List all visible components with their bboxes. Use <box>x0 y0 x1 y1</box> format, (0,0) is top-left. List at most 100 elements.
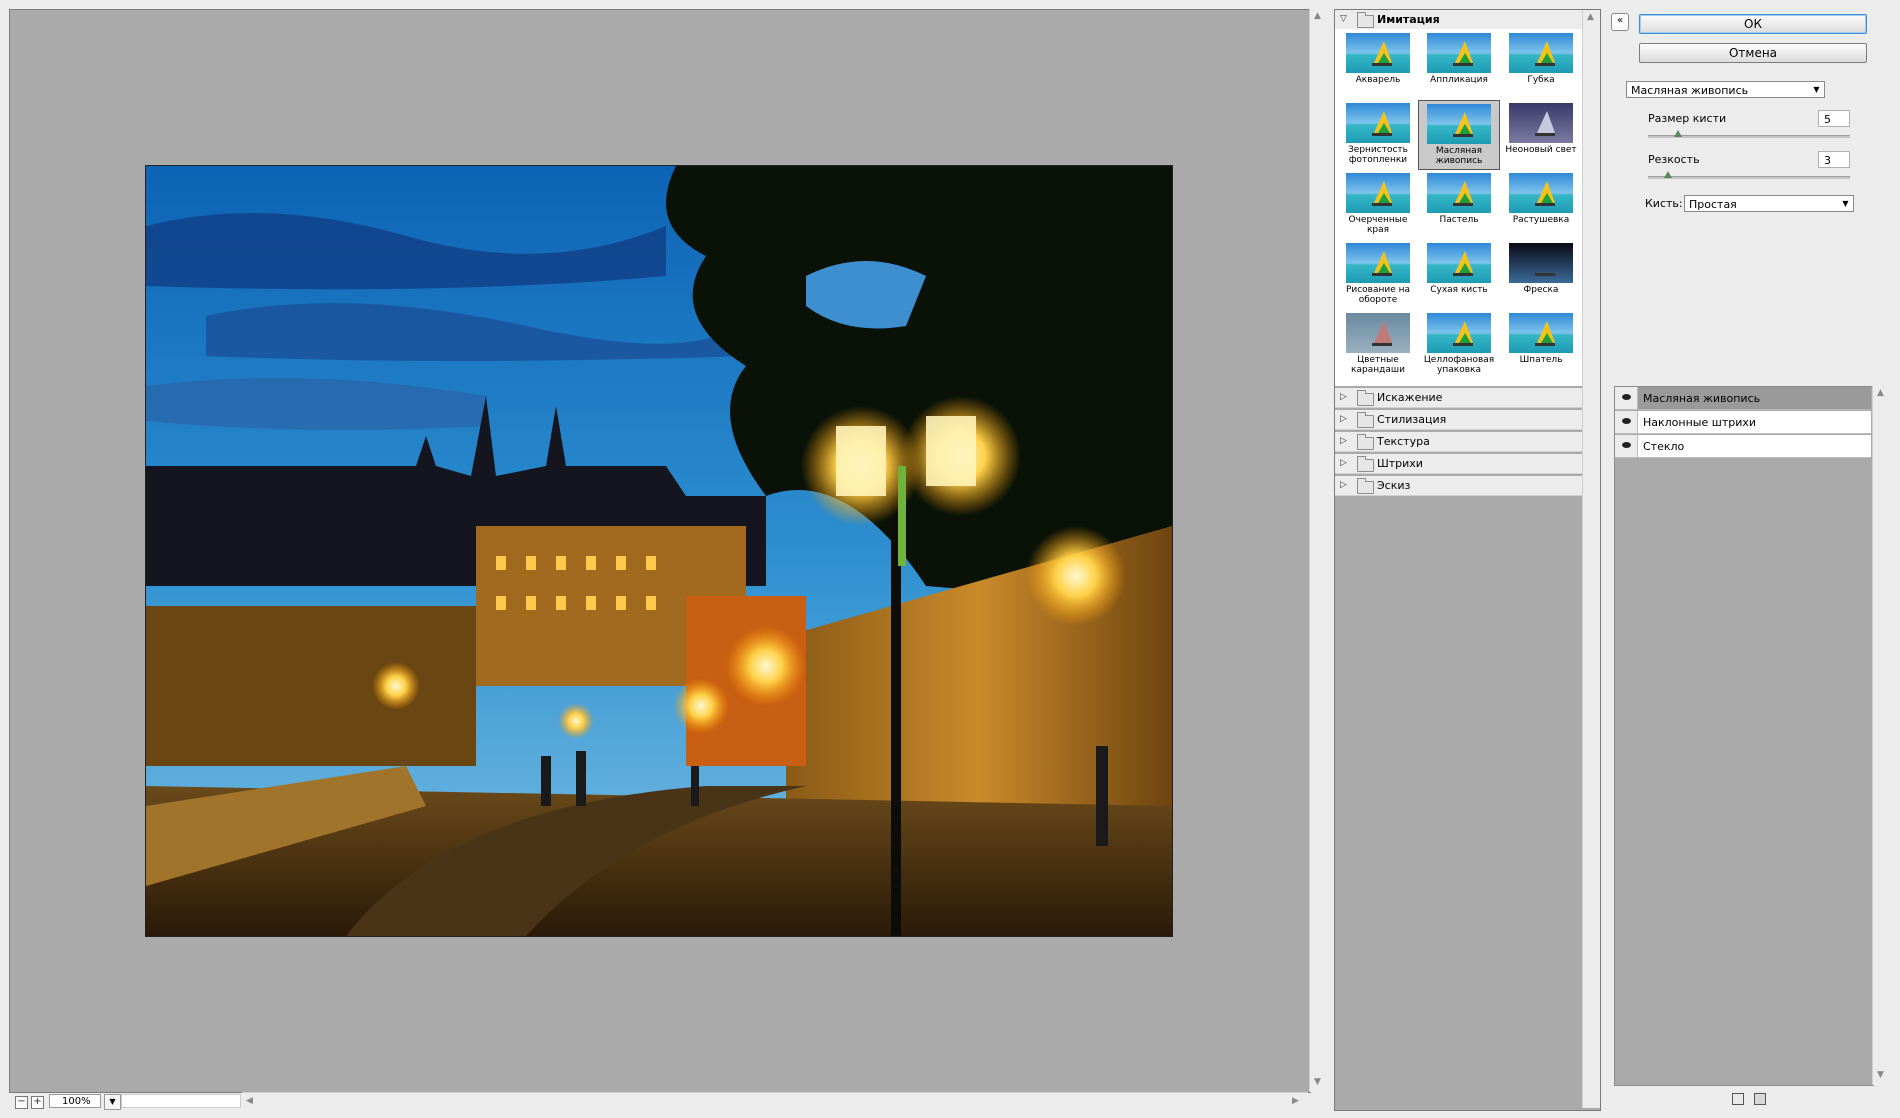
scroll-left-icon[interactable]: ◀ <box>246 1096 253 1106</box>
filter-thumb-palette-knife[interactable]: Шпатель <box>1500 310 1582 380</box>
category-label: Искажение <box>1377 391 1443 404</box>
scroll-up-icon[interactable]: ▲ <box>1877 388 1884 398</box>
effect-layer-name: Масляная живопись <box>1643 392 1761 405</box>
filter-preview-icon <box>1346 103 1410 143</box>
filter-thumb-watercolor[interactable]: Акварель <box>1337 30 1419 100</box>
filter-preview-icon <box>1346 173 1410 213</box>
category-stylize[interactable]: ▷ Стилизация <box>1335 410 1582 430</box>
filter-thumb-cutout[interactable]: Аппликация <box>1418 30 1500 100</box>
oil-painting-preview <box>146 166 1172 936</box>
filter-name: Пастель <box>1439 215 1479 225</box>
triangle-right-icon[interactable]: ▷ <box>1340 414 1347 424</box>
sharpness-label: Резкость <box>1648 153 1700 166</box>
filter-thumb-pastel[interactable]: Пастель <box>1418 170 1500 240</box>
zoom-level-field[interactable]: 100% <box>49 1094 101 1108</box>
filter-preview-icon <box>1427 173 1491 213</box>
eye-icon[interactable] <box>1615 387 1638 409</box>
eye-icon[interactable] <box>1615 435 1638 457</box>
effect-layers-panel <box>1614 386 1874 1086</box>
sharpness-slider[interactable] <box>1648 176 1850 179</box>
category-label: Эскиз <box>1377 479 1411 492</box>
folder-icon <box>1357 390 1374 406</box>
filter-preview-icon <box>1509 243 1573 283</box>
scroll-down-icon[interactable]: ▼ <box>1877 1070 1884 1080</box>
scroll-up-icon[interactable]: ▲ <box>1314 11 1321 21</box>
filter-thumb-fresco[interactable]: Фреска <box>1500 240 1582 310</box>
folder-icon <box>1357 12 1374 28</box>
zoom-out-button[interactable]: − <box>15 1096 28 1109</box>
trash-icon[interactable] <box>1754 1093 1766 1105</box>
brush-type-label: Кисть: <box>1645 197 1683 210</box>
filter-preview-icon <box>1509 313 1573 353</box>
triangle-down-icon[interactable]: ▽ <box>1340 14 1347 24</box>
preview-vertical-scrollbar[interactable]: ▲ ▼ <box>1309 9 1327 1092</box>
filter-thumb-sponge[interactable]: Губка <box>1500 30 1582 100</box>
scroll-up-icon[interactable]: ▲ <box>1587 12 1594 22</box>
filter-name: Очерченные края <box>1348 215 1408 235</box>
filter-preview-icon <box>1509 33 1573 73</box>
category-texture[interactable]: ▷ Текстура <box>1335 432 1582 452</box>
filter-thumb-smudge[interactable]: Растушевка <box>1500 170 1582 240</box>
zoom-dropdown-button[interactable]: ▼ <box>104 1094 121 1110</box>
ok-button[interactable]: ОК <box>1639 14 1867 34</box>
filter-name: Масляная живопись <box>1435 146 1483 166</box>
effect-layer-row[interactable]: Масляная живопись <box>1615 387 1871 410</box>
category-imitation[interactable]: ▽ Имитация <box>1335 10 1582 30</box>
double-chevron-up-icon: « <box>1616 15 1624 26</box>
sharpness-input[interactable]: 3 <box>1818 151 1850 168</box>
category-label: Текстура <box>1377 435 1430 448</box>
category-brush-strokes[interactable]: ▷ Штрихи <box>1335 454 1582 474</box>
filter-select[interactable]: Масляная живопись ▼ <box>1626 81 1825 98</box>
filter-thumb-underpainting[interactable]: Рисование на обороте <box>1337 240 1419 310</box>
filter-name: Целлофановая упаковка <box>1423 355 1495 375</box>
filter-thumb-dry-brush[interactable]: Сухая кисть <box>1418 240 1500 310</box>
filter-name: Растушевка <box>1512 215 1570 225</box>
collapse-gallery-button[interactable]: « <box>1611 13 1629 31</box>
filter-thumb-plastic-wrap[interactable]: Целлофановая упаковка <box>1418 310 1500 380</box>
filter-preview-icon <box>1427 313 1491 353</box>
filter-name: Зернистость фотопленки <box>1348 145 1408 165</box>
sharpness-slider-thumb[interactable] <box>1664 171 1673 178</box>
zoom-in-button[interactable]: + <box>31 1096 44 1109</box>
category-distort[interactable]: ▷ Искажение <box>1335 388 1582 408</box>
preview-horizontal-scrollbar[interactable]: ◀ ▶ <box>242 1092 1308 1111</box>
eye-icon[interactable] <box>1615 411 1638 433</box>
triangle-right-icon[interactable]: ▷ <box>1340 458 1347 468</box>
status-field <box>121 1094 241 1108</box>
folder-icon <box>1357 478 1374 494</box>
brush-size-slider-thumb[interactable] <box>1674 130 1683 137</box>
triangle-right-icon[interactable]: ▷ <box>1340 392 1347 402</box>
filter-select-value: Масляная живопись <box>1631 84 1749 97</box>
triangle-right-icon[interactable]: ▷ <box>1340 436 1347 446</box>
triangle-right-icon[interactable]: ▷ <box>1340 480 1347 490</box>
category-sketch[interactable]: ▷ Эскиз <box>1335 476 1582 496</box>
layers-scrollbar[interactable]: ▲ ▼ <box>1872 386 1890 1085</box>
filter-thumb-neon-glow[interactable]: Неоновый свет <box>1500 100 1582 170</box>
filter-preview-icon <box>1509 173 1573 213</box>
cancel-button[interactable]: Отмена <box>1639 43 1867 63</box>
filter-preview-icon <box>1509 103 1573 143</box>
brush-size-input[interactable]: 5 <box>1818 110 1850 127</box>
category-label: Стилизация <box>1377 413 1447 426</box>
folder-icon <box>1357 434 1374 450</box>
scroll-right-icon[interactable]: ▶ <box>1292 1096 1299 1106</box>
chevron-down-icon: ▼ <box>109 1097 116 1106</box>
scroll-down-icon[interactable]: ▼ <box>1314 1077 1321 1087</box>
effect-layer-name: Наклонные штрихи <box>1643 416 1757 429</box>
brush-type-value: Простая <box>1689 198 1737 211</box>
brush-type-select[interactable]: Простая ▼ <box>1684 195 1854 212</box>
filter-settings-panel <box>1612 9 1889 374</box>
gallery-scrollbar[interactable]: ▲ <box>1582 10 1600 1108</box>
filter-thumb-film-grain[interactable]: Зернистость фотопленки <box>1337 100 1419 170</box>
preview-image <box>145 165 1173 937</box>
category-label: Штрихи <box>1377 457 1423 470</box>
effect-layer-row[interactable]: Стекло <box>1615 435 1871 458</box>
effect-layer-name: Стекло <box>1643 440 1685 453</box>
new-effect-layer-icon[interactable] <box>1732 1093 1744 1105</box>
filter-thumb-poster-edges[interactable]: Очерченные края <box>1337 170 1419 240</box>
effect-layer-row[interactable]: Наклонные штрихи <box>1615 411 1871 434</box>
filter-thumb-colored-pencil[interactable]: Цветные карандаши <box>1337 310 1419 380</box>
filter-thumb-oil-painting[interactable]: Масляная живопись <box>1418 100 1500 170</box>
chevron-down-icon: ▼ <box>1842 199 1849 208</box>
folder-icon <box>1357 456 1374 472</box>
